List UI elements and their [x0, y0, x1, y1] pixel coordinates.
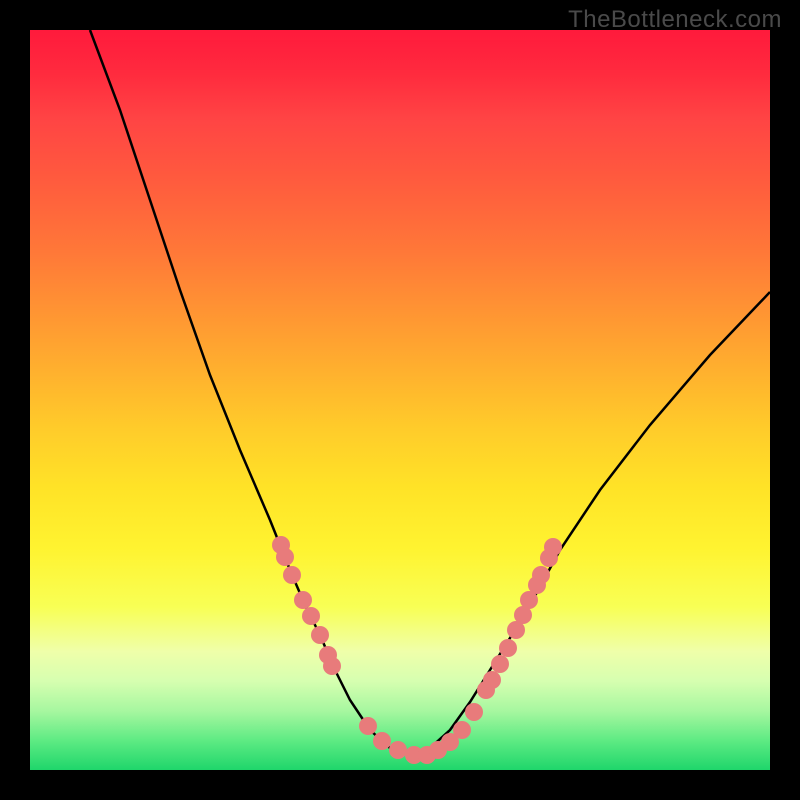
marker-dot [465, 703, 483, 721]
marker-dot [311, 626, 329, 644]
marker-dot [483, 671, 501, 689]
marker-dot [302, 607, 320, 625]
marker-dot [499, 639, 517, 657]
marker-dot [453, 721, 471, 739]
marker-dot [359, 717, 377, 735]
marker-dot [389, 741, 407, 759]
marker-dot [323, 657, 341, 675]
right-curve [410, 292, 770, 756]
marker-dot [532, 566, 550, 584]
marker-dot [544, 538, 562, 556]
marker-dot [373, 732, 391, 750]
left-curve [90, 30, 410, 756]
marker-dot [276, 548, 294, 566]
marker-dot [294, 591, 312, 609]
data-markers [272, 536, 562, 764]
chart-svg [30, 30, 770, 770]
marker-dot [491, 655, 509, 673]
marker-dot [283, 566, 301, 584]
plot-area [30, 30, 770, 770]
outer-frame: TheBottleneck.com [0, 0, 800, 800]
